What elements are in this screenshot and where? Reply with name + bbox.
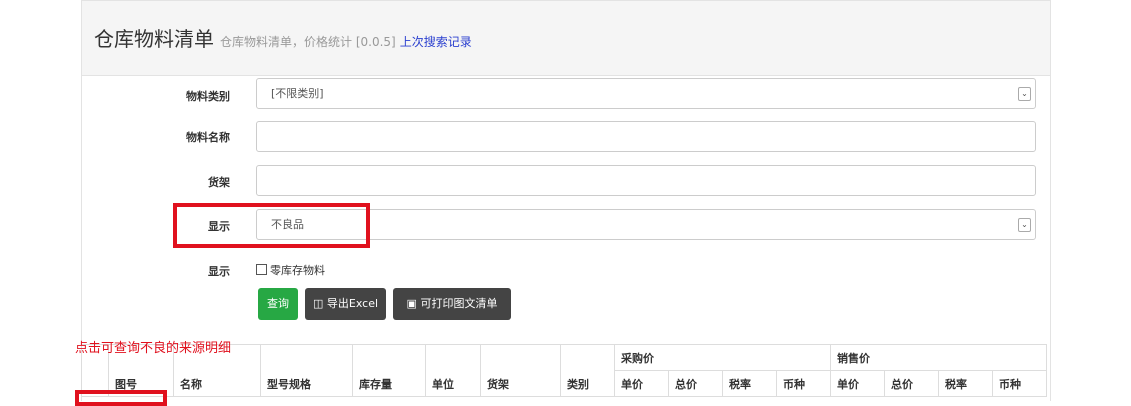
column-header: 总价 xyxy=(884,370,939,397)
column-header: 税率 xyxy=(722,370,777,397)
chevron-down-icon: ⌄ xyxy=(1018,87,1031,101)
column-header: 单价 xyxy=(614,370,669,397)
file-icon: ◫ xyxy=(312,297,324,310)
print-label: 可打印图文清单 xyxy=(420,297,498,310)
zero-stock-label: 零库存物料 xyxy=(270,264,325,277)
category-select-value: [不限类别] xyxy=(271,87,324,100)
column-header: 单价 xyxy=(830,370,885,397)
panel-header: 仓库物料清单 仓库物料清单，价格统计 [0.0.5] 上次搜索记录 xyxy=(82,1,1050,76)
shelf-label: 货架 xyxy=(208,176,230,189)
category-select[interactable]: [不限类别] ⌄ xyxy=(256,78,1036,109)
column-header: 单位 xyxy=(425,344,481,397)
search-history-link[interactable]: 上次搜索记录 xyxy=(400,35,472,49)
column-header: 类别 xyxy=(560,344,615,397)
column-header: 货架 xyxy=(480,344,561,397)
column-header: 币种 xyxy=(992,370,1047,397)
display2-label: 显示 xyxy=(208,265,230,278)
purchase-price-group: 采购价 xyxy=(614,344,831,371)
zero-stock-checkbox[interactable]: 零库存物料 xyxy=(256,262,325,278)
export-excel-button[interactable]: ◫ 导出Excel xyxy=(305,288,386,320)
column-header: 税率 xyxy=(938,370,993,397)
highlight-box-row xyxy=(75,390,167,406)
page-subtitle: 仓库物料清单，价格统计 [0.0.5] xyxy=(220,35,396,49)
image-icon: ▣ xyxy=(406,297,417,310)
highlight-box-display xyxy=(173,203,370,248)
page-title: 仓库物料清单 仓库物料清单，价格统计 [0.0.5] 上次搜索记录 xyxy=(94,23,472,52)
title-text: 仓库物料清单 xyxy=(94,27,214,51)
column-header: 总价 xyxy=(668,370,723,397)
column-header: 币种 xyxy=(776,370,831,397)
sales-price-group: 销售价 xyxy=(830,344,1047,371)
print-list-button[interactable]: ▣ 可打印图文清单 xyxy=(393,288,511,320)
chevron-down-icon: ⌄ xyxy=(1018,218,1031,232)
checkbox-icon[interactable] xyxy=(256,264,267,275)
query-button[interactable]: 查询 xyxy=(258,288,298,320)
category-label: 物料类别 xyxy=(186,90,230,103)
column-header: 型号规格 xyxy=(260,344,353,397)
name-input[interactable] xyxy=(256,121,1036,152)
display-select[interactable]: 不良品 ⌄ xyxy=(256,209,1036,240)
column-header: 库存量 xyxy=(352,344,426,397)
export-label: 导出Excel xyxy=(326,297,379,310)
annotation-text: 点击可查询不良的来源明细 xyxy=(75,341,232,356)
name-label: 物料名称 xyxy=(186,131,230,144)
shelf-input[interactable] xyxy=(256,165,1036,196)
